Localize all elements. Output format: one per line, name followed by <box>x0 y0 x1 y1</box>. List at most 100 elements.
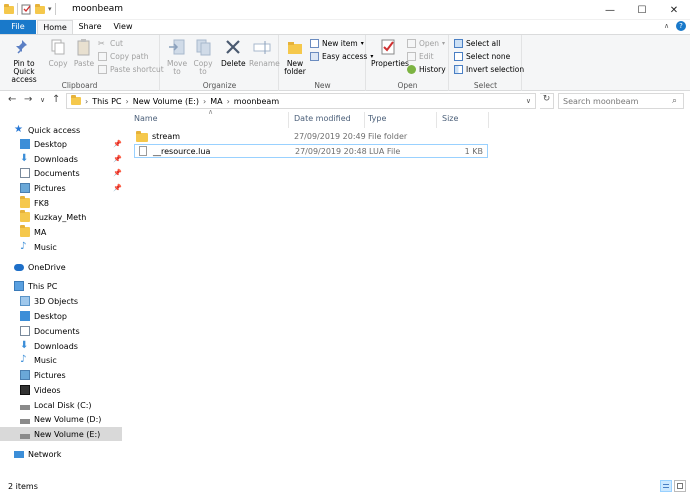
pin-icon[interactable]: 📌 <box>113 155 122 163</box>
up-arrow-icon[interactable]: ↑ <box>52 94 60 105</box>
breadcrumb-this-pc[interactable]: This PC <box>92 97 121 106</box>
column-date-modified[interactable]: Date modified <box>294 114 351 123</box>
tab-file[interactable]: File <box>0 20 36 34</box>
nav-item-fk8[interactable]: FK8 <box>20 196 142 210</box>
move-to-button[interactable]: Move to <box>167 38 187 76</box>
new-folder-button[interactable]: New folder <box>284 38 306 76</box>
forward-arrow-icon[interactable]: → <box>24 94 32 105</box>
title-bar: ▾ moonbeam — ☐ ✕ <box>0 0 690 20</box>
nav-network[interactable]: Network <box>14 447 136 461</box>
nav-label: Network <box>28 449 62 459</box>
recent-locations-chevron-icon[interactable]: ∨ <box>40 96 45 104</box>
column-type[interactable]: Type <box>368 114 386 123</box>
history-button[interactable]: History <box>407 65 446 74</box>
invert-selection-button[interactable]: Invert selection <box>454 65 524 74</box>
column-divider[interactable] <box>364 112 365 128</box>
nav-item-pc-music[interactable]: ♪ Music <box>20 353 142 367</box>
paste-shortcut-button[interactable]: Paste shortcut <box>98 65 164 74</box>
file-row[interactable]: stream 27/09/2019 20:49 File folder <box>134 130 488 144</box>
tab-share[interactable]: Share <box>75 20 105 34</box>
clipboard-group: Pin to Quick access Copy Paste ✂ Cut Copy… <box>0 35 164 91</box>
back-arrow-icon[interactable]: ← <box>8 94 16 105</box>
file-row[interactable]: __resource.lua 27/09/2019 20:48 LUA File… <box>134 144 488 158</box>
column-divider[interactable] <box>436 112 437 128</box>
address-bar[interactable]: › This PC › New Volume (E:) › MA › moonb… <box>66 93 536 109</box>
column-name[interactable]: Name <box>134 114 158 123</box>
nav-quick-access[interactable]: ★ Quick access <box>14 123 136 137</box>
nav-onedrive[interactable]: OneDrive <box>14 260 136 274</box>
edit-label: Edit <box>419 52 434 61</box>
maximize-button[interactable]: ☐ <box>626 0 658 20</box>
nav-item-pc-documents[interactable]: Documents <box>20 324 142 338</box>
search-input[interactable]: Search moonbeam <box>558 93 684 109</box>
nav-item-videos[interactable]: Videos <box>20 383 142 397</box>
nav-item-pc-desktop[interactable]: Desktop <box>20 309 142 323</box>
file-list: ∧ Name Date modified Type Size stream 27… <box>130 108 690 478</box>
minimize-button[interactable]: — <box>594 0 626 20</box>
help-icon[interactable]: ? <box>676 21 686 31</box>
videos-icon <box>20 385 30 395</box>
new-group-label: New <box>314 81 331 90</box>
nav-item-3d-objects[interactable]: 3D Objects <box>20 294 142 308</box>
open-button[interactable]: Open ▾ <box>407 39 445 48</box>
minimize-ribbon-icon[interactable]: ∧ <box>664 22 669 30</box>
refresh-button[interactable]: ↻ <box>540 93 554 109</box>
properties-label: Properties <box>371 59 409 68</box>
copy-button[interactable]: Copy <box>48 38 68 68</box>
nav-this-pc[interactable]: This PC <box>14 279 136 293</box>
nav-item-music[interactable]: ♪ Music <box>20 240 142 254</box>
copy-to-button[interactable]: Copy to <box>193 38 213 76</box>
new-item-button[interactable]: New item ▾ <box>310 39 364 48</box>
cut-button[interactable]: ✂ Cut <box>98 39 123 48</box>
pin-icon <box>16 40 27 54</box>
cube-icon <box>20 296 30 306</box>
details-view-button[interactable] <box>660 480 672 492</box>
nav-item-pc-downloads[interactable]: ⬇ Downloads <box>20 339 142 353</box>
nav-item-kuzkay-meth[interactable]: Kuzkay_Meth <box>20 210 142 224</box>
breadcrumb-moonbeam[interactable]: moonbeam <box>234 97 279 106</box>
new-folder-icon[interactable] <box>35 4 45 14</box>
customize-toolbar-icon[interactable]: ▾ <box>48 5 52 13</box>
select-none-button[interactable]: Select none <box>454 52 510 61</box>
delete-button[interactable]: Delete <box>221 38 246 68</box>
paste-button[interactable]: Paste <box>72 38 96 68</box>
edit-button[interactable]: Edit <box>407 52 434 61</box>
nav-label: Pictures <box>34 183 66 193</box>
properties-icon[interactable] <box>21 4 32 15</box>
pin-icon[interactable]: 📌 <box>113 140 122 148</box>
pin-quick-access-button[interactable]: Pin to Quick access <box>2 38 46 84</box>
properties-icon <box>381 39 395 55</box>
pin-icon[interactable]: 📌 <box>113 184 122 192</box>
column-divider[interactable] <box>488 112 489 128</box>
column-divider[interactable] <box>288 112 289 128</box>
chevron-right-icon: › <box>85 96 89 106</box>
copy-path-button[interactable]: Copy path <box>98 52 148 61</box>
nav-item-downloads[interactable]: ⬇ Downloads <box>20 152 142 166</box>
pin-icon[interactable]: 📌 <box>113 169 122 177</box>
large-icons-view-button[interactable] <box>674 480 686 492</box>
column-size[interactable]: Size <box>442 114 458 123</box>
breadcrumb-ma[interactable]: MA <box>210 97 222 106</box>
tab-home[interactable]: Home <box>37 20 73 34</box>
address-dropdown-icon[interactable]: ∨ <box>526 97 531 105</box>
file-date: 27/09/2019 20:49 <box>294 132 366 141</box>
nav-item-desktop[interactable]: Desktop <box>20 137 142 151</box>
nav-item-documents[interactable]: Documents <box>20 166 142 180</box>
nav-item-new-volume-e[interactable]: New Volume (E:) <box>0 427 122 441</box>
close-button[interactable]: ✕ <box>658 0 690 20</box>
easy-access-button[interactable]: Easy access ▾ <box>310 52 373 61</box>
nav-item-pc-pictures[interactable]: Pictures <box>20 368 142 382</box>
select-all-button[interactable]: Select all <box>454 39 500 48</box>
nav-item-ma[interactable]: MA <box>20 225 142 239</box>
nav-label: 3D Objects <box>34 296 79 306</box>
tab-view[interactable]: View <box>108 20 138 34</box>
drive-icon <box>20 433 30 439</box>
new-item-label: New item <box>322 39 358 48</box>
open-group-label: Open <box>397 81 418 90</box>
rename-button[interactable]: Rename <box>249 38 280 68</box>
nav-item-new-volume-d[interactable]: New Volume (D:) <box>20 412 142 426</box>
nav-item-local-disk-c[interactable]: Local Disk (C:) <box>20 398 142 412</box>
breadcrumb-new-volume-e[interactable]: New Volume (E:) <box>133 97 199 106</box>
properties-button[interactable]: Properties <box>371 38 409 68</box>
nav-item-pictures[interactable]: Pictures <box>20 181 142 195</box>
